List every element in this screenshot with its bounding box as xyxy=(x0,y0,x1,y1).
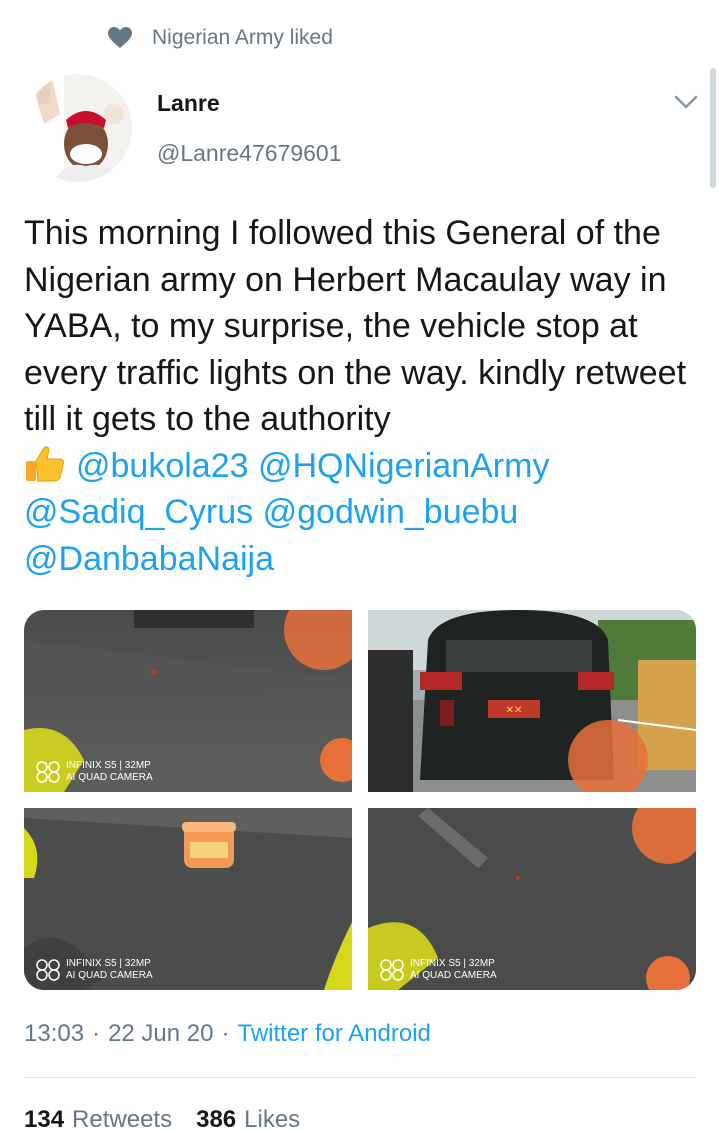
tweet-date[interactable]: 22 Jun 20 xyxy=(108,1020,213,1048)
camera-logo-icon xyxy=(380,959,404,981)
heart-icon xyxy=(108,27,132,48)
camera-watermark: INFINIX S5 | 32MP AI QUAD CAMERA xyxy=(36,958,153,982)
likes-stat[interactable]: 386 Likes xyxy=(196,1106,300,1131)
tweet-stats: 134 Retweets 386 Likes xyxy=(24,1106,324,1131)
watermark-line2: AI QUAD CAMERA xyxy=(410,970,497,981)
divider xyxy=(24,1077,696,1078)
meta-separator: · xyxy=(92,1020,101,1047)
mention-link[interactable]: @DanbabaNaija xyxy=(24,540,274,578)
retweets-stat[interactable]: 134 Retweets xyxy=(24,1106,172,1131)
watermark-line1: INFINIX S5 | 32MP xyxy=(66,958,151,969)
social-context[interactable]: Nigerian Army liked xyxy=(108,24,333,52)
media-grid: ✕✕ INFINIX S5 | 32MP AI QUAD CAMERA INFI… xyxy=(24,610,696,990)
camera-watermark: INFINIX S5 | 32MP AI QUAD CAMERA xyxy=(380,958,497,982)
avatar[interactable] xyxy=(24,74,132,182)
tweet-body: This morning I followed this General of … xyxy=(24,214,687,438)
retweets-count: 134 xyxy=(24,1106,65,1131)
camera-logo-icon xyxy=(36,761,60,783)
camera-logo-icon xyxy=(36,959,60,981)
watermark-line1: INFINIX S5 | 32MP xyxy=(66,760,151,771)
license-plate: ✕✕ xyxy=(506,705,523,716)
meta-separator: · xyxy=(221,1020,230,1047)
watermark-line2: AI QUAD CAMERA xyxy=(66,970,153,981)
tweet-time[interactable]: 13:03 xyxy=(24,1020,84,1048)
thumbs-up-icon xyxy=(26,445,65,481)
camera-watermark: INFINIX S5 | 32MP AI QUAD CAMERA xyxy=(36,760,153,784)
mention-link[interactable]: @godwin_buebu xyxy=(263,493,519,531)
user-handle[interactable]: @Lanre47679601 xyxy=(157,140,342,167)
tweet-source-link[interactable]: Twitter for Android xyxy=(237,1020,430,1048)
chevron-down-icon[interactable] xyxy=(672,92,700,112)
likes-label: Likes xyxy=(244,1106,301,1131)
mention-link[interactable]: @bukola23 xyxy=(76,447,249,485)
display-name[interactable]: Lanre xyxy=(157,90,220,117)
mention-link[interactable]: @Sadiq_Cyrus xyxy=(24,493,253,531)
watermark-line1: INFINIX S5 | 32MP xyxy=(410,958,495,969)
retweets-label: Retweets xyxy=(72,1106,173,1131)
media-photo-2[interactable]: ✕✕ xyxy=(368,610,696,792)
tweet-meta: 13:03 · 22 Jun 20 · Twitter for Android xyxy=(24,1020,431,1048)
social-context-text: Nigerian Army liked xyxy=(152,26,333,49)
likes-count: 386 xyxy=(196,1106,237,1131)
tweet-text: This morning I followed this General of … xyxy=(24,210,704,582)
scrollbar[interactable] xyxy=(710,68,716,188)
mention-link[interactable]: @HQNigerianArmy xyxy=(258,447,549,485)
watermark-line2: AI QUAD CAMERA xyxy=(66,772,153,783)
